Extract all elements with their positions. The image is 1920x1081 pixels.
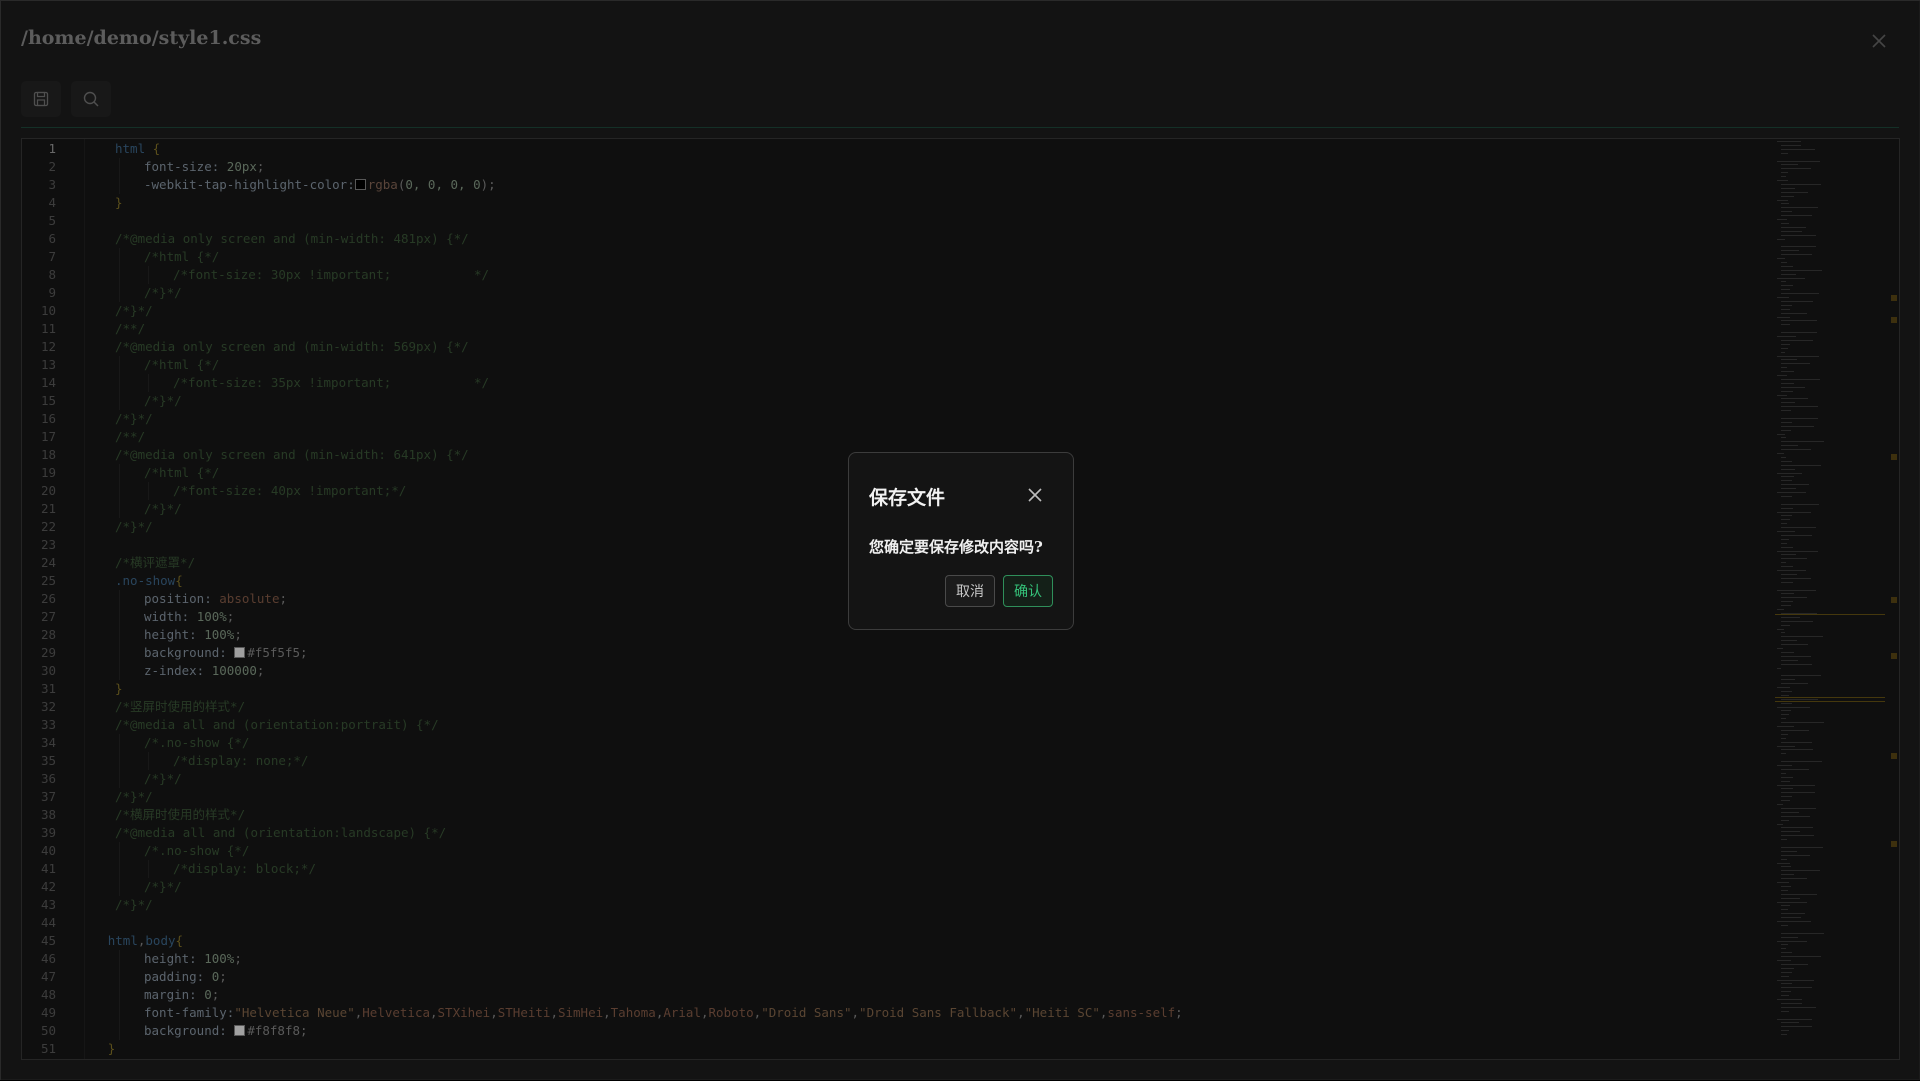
editor-window: /home/demo/style1.css 1 2 3 4 5 6 7 8 9 10 11 12 13 1… xyxy=(0,0,1920,1081)
cancel-button[interactable]: 取消 xyxy=(945,575,995,607)
confirm-button[interactable]: 确认 xyxy=(1003,575,1053,607)
save-file-dialog: 保存文件 您确定要保存修改内容吗? 取消 确认 xyxy=(848,452,1074,630)
dialog-title: 保存文件 xyxy=(869,487,946,509)
close-icon xyxy=(1028,488,1042,502)
dialog-close-button[interactable] xyxy=(1027,487,1043,503)
dialog-message: 您确定要保存修改内容吗? xyxy=(869,538,1043,556)
